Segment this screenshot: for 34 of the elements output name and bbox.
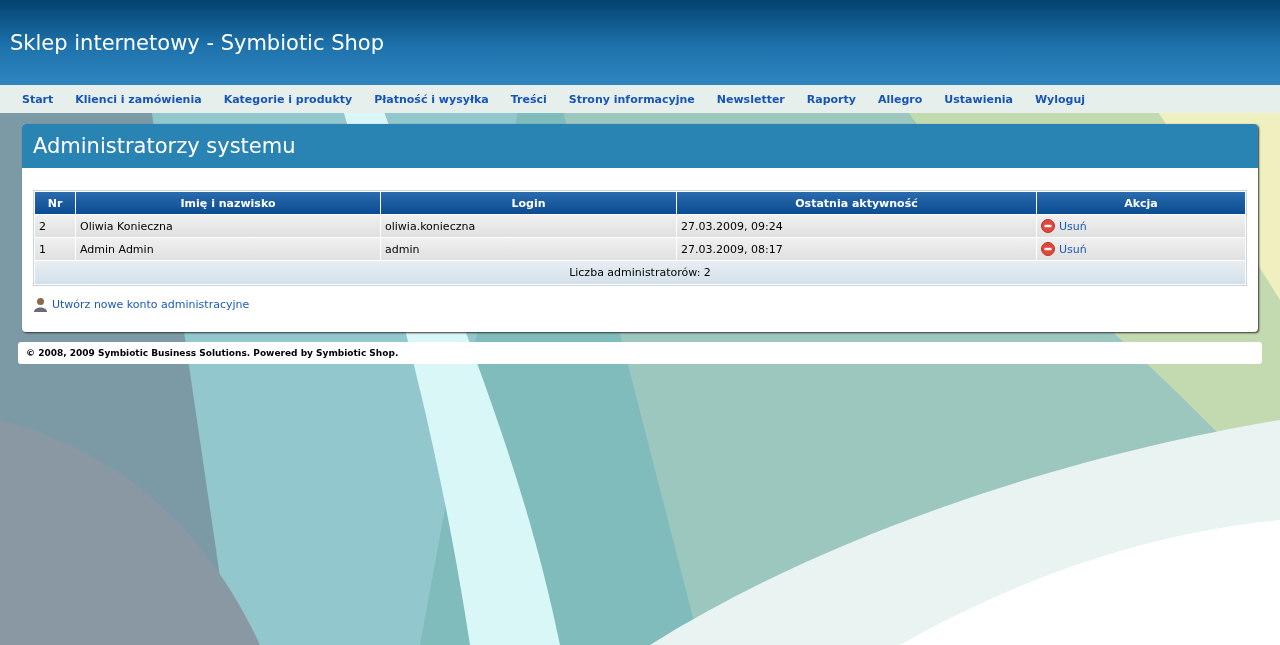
column-header: Akcja	[1037, 192, 1245, 214]
table-cell: 27.03.2009, 09:24	[677, 215, 1036, 237]
user-icon	[33, 297, 48, 312]
nav-link[interactable]: Start	[11, 92, 65, 106]
panel-title: Administratorzy systemu	[22, 124, 1258, 168]
summary-row: Liczba administratorów: 2	[35, 261, 1245, 284]
nav-link[interactable]: Treści	[499, 92, 558, 106]
nav-link[interactable]: Płatność i wysyłka	[363, 92, 500, 106]
nav-link[interactable]: Klienci i zamówienia	[64, 92, 213, 106]
column-header: Login	[381, 192, 676, 214]
delete-icon[interactable]	[1041, 242, 1055, 256]
column-header: Ostatnia aktywność	[677, 192, 1036, 214]
table-cell: 1	[35, 238, 75, 260]
nav-link[interactable]: Ustawienia	[933, 92, 1024, 106]
column-header: Imię i nazwisko	[76, 192, 380, 214]
delete-icon[interactable]	[1041, 219, 1055, 233]
create-account-link[interactable]: Utwórz nowe konto administracyjne	[52, 298, 250, 311]
nav-link[interactable]: Kategorie i produkty	[212, 92, 364, 106]
table-cell: Oliwia Konieczna	[76, 215, 380, 237]
nav-link[interactable]: Raporty	[795, 92, 867, 106]
nav-link[interactable]: Strony informacyjne	[557, 92, 706, 106]
table-cell: oliwia.konieczna	[381, 215, 676, 237]
site-title: Sklep internetowy - Symbiotic Shop	[10, 30, 384, 55]
table-cell: 2	[35, 215, 75, 237]
delete-link[interactable]: Usuń	[1059, 242, 1087, 256]
column-header: Nr	[35, 192, 75, 214]
nav-link[interactable]: Wyloguj	[1023, 92, 1097, 106]
nav-link[interactable]: Allegro	[867, 92, 934, 106]
nav-link[interactable]: Newsletter	[705, 92, 796, 106]
table-cell: admin	[381, 238, 676, 260]
table-cell: Admin Admin	[76, 238, 380, 260]
table-cell: 27.03.2009, 08:17	[677, 238, 1036, 260]
delete-link[interactable]: Usuń	[1059, 219, 1087, 233]
footer-text: © 2008, 2009 Symbiotic Business Solutions. Powered by Symbiotic Shop.	[26, 348, 399, 358]
